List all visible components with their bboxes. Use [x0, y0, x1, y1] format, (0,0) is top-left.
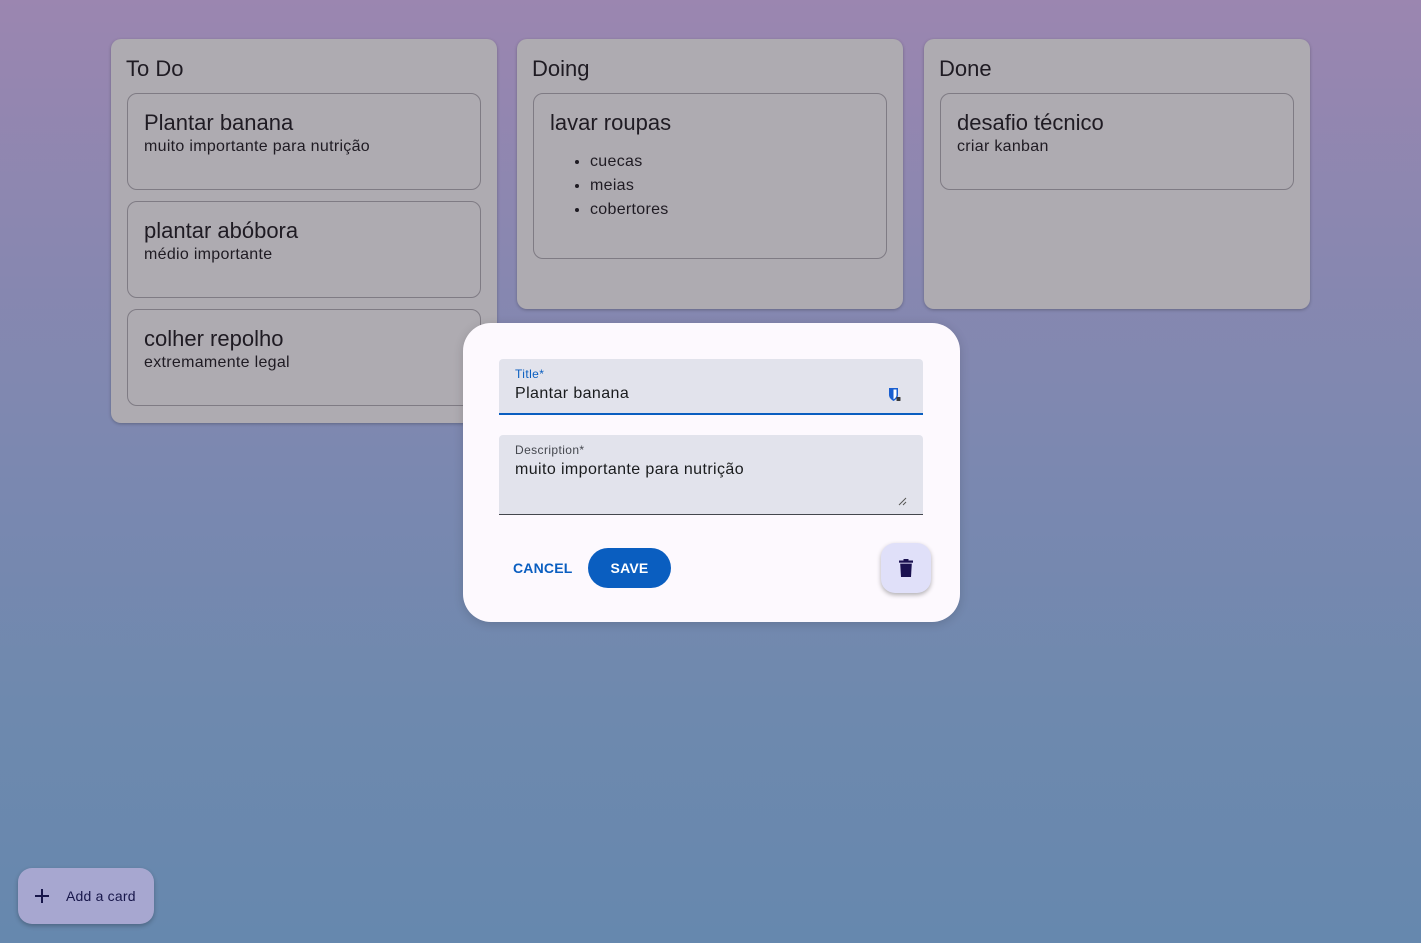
- title-field[interactable]: Title*: [499, 359, 923, 415]
- card[interactable]: desafio técnico criar kanban: [940, 93, 1294, 190]
- delete-button[interactable]: [881, 543, 931, 593]
- list-item: cobertores: [590, 198, 870, 222]
- column-title: Doing: [532, 56, 590, 81]
- card-title: plantar abóbora: [144, 218, 299, 243]
- card-description: extremamente legal: [144, 354, 290, 371]
- card-description: criar kanban: [957, 138, 1049, 155]
- cancel-button[interactable]: CANCEL: [499, 548, 587, 588]
- resize-grip-icon[interactable]: [898, 497, 907, 506]
- card-description: muito importante para nutrição: [144, 138, 370, 155]
- column-doing: Doing lavar roupas cuecas meias cobertor…: [517, 39, 903, 309]
- add-card-label: Add a card: [66, 888, 136, 904]
- title-input[interactable]: [515, 385, 875, 403]
- column-title: Done: [939, 56, 992, 81]
- trash-icon: [899, 559, 913, 577]
- column-done: Done desafio técnico criar kanban: [924, 39, 1310, 309]
- description-field[interactable]: Description* muito importante para nutri…: [499, 435, 923, 515]
- column-todo: To Do Plantar banana muito importante pa…: [111, 39, 497, 423]
- card-title: lavar roupas: [550, 110, 672, 135]
- card[interactable]: lavar roupas cuecas meias cobertores: [533, 93, 887, 259]
- card-title: colher repolho: [144, 326, 284, 351]
- card[interactable]: Plantar banana muito importante para nut…: [127, 93, 481, 190]
- card[interactable]: plantar abóbora médio importante: [127, 201, 481, 298]
- plus-icon: [35, 889, 49, 903]
- card-title: Plantar banana: [144, 110, 294, 135]
- description-field-label: Description*: [515, 443, 585, 457]
- save-button[interactable]: SAVE: [588, 548, 671, 588]
- description-textarea[interactable]: muito importante para nutrição: [515, 461, 907, 507]
- list-item: meias: [590, 174, 870, 198]
- card-description: médio importante: [144, 246, 273, 263]
- password-manager-icon[interactable]: [888, 387, 901, 402]
- card-checklist: cuecas meias cobertores: [550, 150, 870, 222]
- card-title: desafio técnico: [957, 110, 1104, 135]
- card[interactable]: colher repolho extremamente legal: [127, 309, 481, 406]
- list-item: cuecas: [590, 150, 870, 174]
- add-card-button[interactable]: Add a card: [18, 868, 154, 924]
- edit-card-dialog: Title* Description* muito importante par…: [463, 323, 960, 622]
- title-field-label: Title*: [515, 367, 545, 381]
- column-title: To Do: [126, 56, 184, 81]
